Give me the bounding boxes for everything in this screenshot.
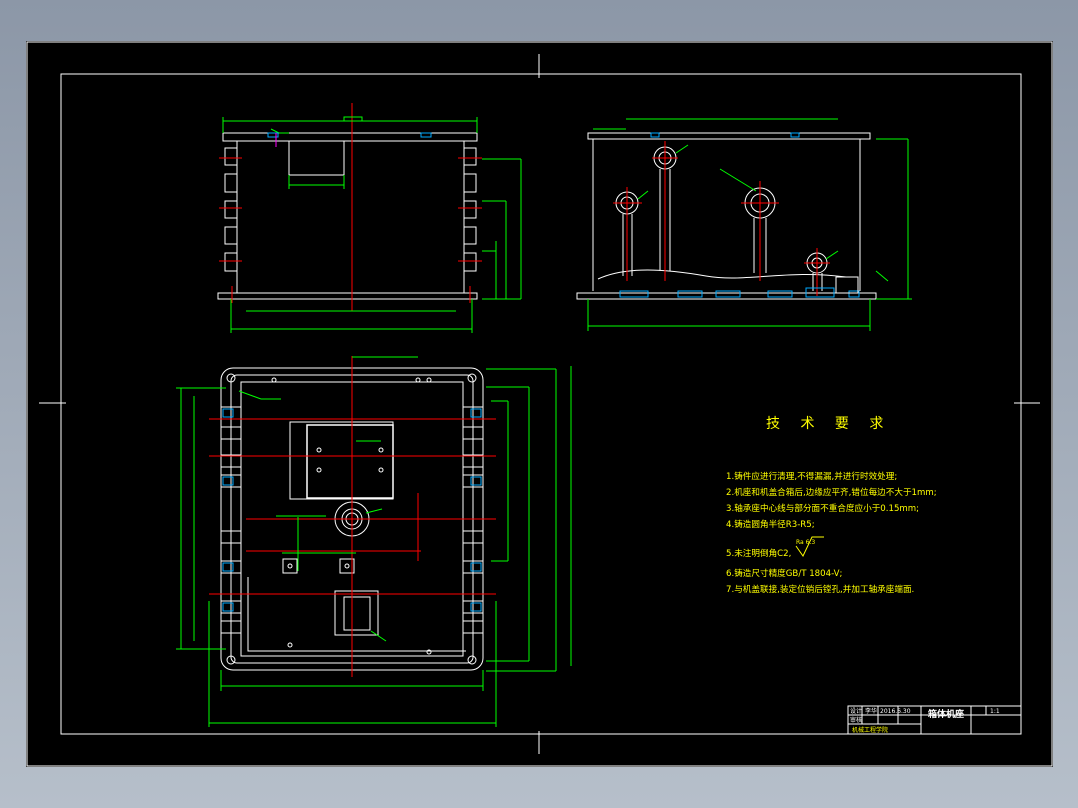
roughness-value: Ra 6.3 — [796, 539, 815, 546]
design-date: 2016.6.30 — [880, 708, 911, 715]
sheet-scale: 1:1 — [990, 708, 1000, 715]
side-view — [576, 118, 912, 331]
tech-requirement-5: 5.未注明倒角C2, — [726, 547, 791, 559]
designer-name: 李华 — [865, 707, 877, 715]
tech-requirements: 技 术 要 求 1.铸件应进行清理,不得漏漏,并进行时效处理; 2.机座和机盖合… — [726, 416, 937, 595]
checker-label: 审核 — [850, 716, 862, 724]
tech-requirements-title: 技 术 要 求 — [766, 416, 891, 432]
plan-view — [176, 356, 572, 727]
school-name: 机械工程学院 — [852, 726, 888, 734]
drawing-sheet: 技 术 要 求 1.铸件应进行清理,不得漏漏,并进行时效处理; 2.机座和机盖合… — [26, 41, 1053, 767]
designer-label: 设计 — [850, 707, 862, 715]
tech-requirement-2: 2.机座和机盖合箱后,边缘应平齐,错位每边不大于1mm; — [726, 486, 937, 498]
tech-requirement-1: 1.铸件应进行清理,不得漏漏,并进行时效处理; — [726, 470, 897, 482]
tech-requirement-6: 6.铸造尺寸精度GB/T 1804-V; — [726, 567, 842, 579]
inner-frame — [60, 73, 1022, 735]
tech-requirement-7: 7.与机盖联接,装定位销后镗孔,并加工轴承座端面. — [726, 583, 914, 595]
tech-requirement-4: 4.铸造圆角半径R3-R5; — [726, 518, 815, 530]
tech-requirement-3: 3.轴承座中心线与部分面不重合度应小于0.15mm; — [726, 502, 919, 514]
front-view — [217, 103, 522, 333]
part-name: 箱体机座 — [928, 708, 964, 720]
